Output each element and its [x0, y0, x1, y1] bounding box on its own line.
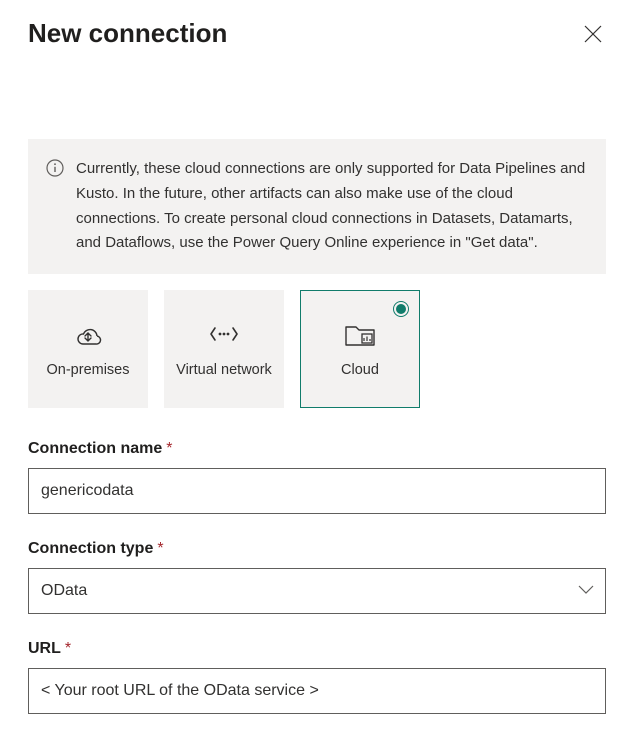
- info-icon: [46, 159, 64, 256]
- required-indicator: *: [157, 540, 163, 558]
- info-banner: Currently, these cloud connections are o…: [28, 139, 606, 274]
- cloud-folder-icon: [343, 317, 377, 351]
- required-indicator: *: [65, 640, 71, 658]
- connection-card-label: On-premises: [39, 361, 138, 381]
- connection-type-label: Connection type: [28, 540, 153, 558]
- dialog-header: New connection: [28, 18, 606, 49]
- required-indicator: *: [166, 440, 172, 458]
- connection-type-select[interactable]: OData: [28, 568, 606, 614]
- connection-card-label: Cloud: [333, 361, 387, 381]
- connection-card-cloud[interactable]: Cloud: [300, 290, 420, 408]
- page-title: New connection: [28, 18, 227, 49]
- url-input[interactable]: [28, 668, 606, 714]
- connection-type-cards: On-premises Virtual network: [28, 290, 606, 408]
- connection-name-input[interactable]: [28, 468, 606, 514]
- connection-name-label: Connection name: [28, 440, 162, 458]
- url-label: URL: [28, 640, 61, 658]
- close-button[interactable]: [580, 21, 606, 47]
- virtual-network-icon: [209, 317, 239, 351]
- connection-card-onpremises[interactable]: On-premises: [28, 290, 148, 408]
- info-text: Currently, these cloud connections are o…: [76, 157, 588, 256]
- selected-indicator-icon: [393, 301, 409, 317]
- connection-card-label: Virtual network: [168, 361, 280, 381]
- connection-type-value: OData: [41, 582, 87, 600]
- connection-card-virtualnetwork[interactable]: Virtual network: [164, 290, 284, 408]
- cloud-onprem-icon: [71, 317, 105, 351]
- close-icon: [584, 25, 602, 43]
